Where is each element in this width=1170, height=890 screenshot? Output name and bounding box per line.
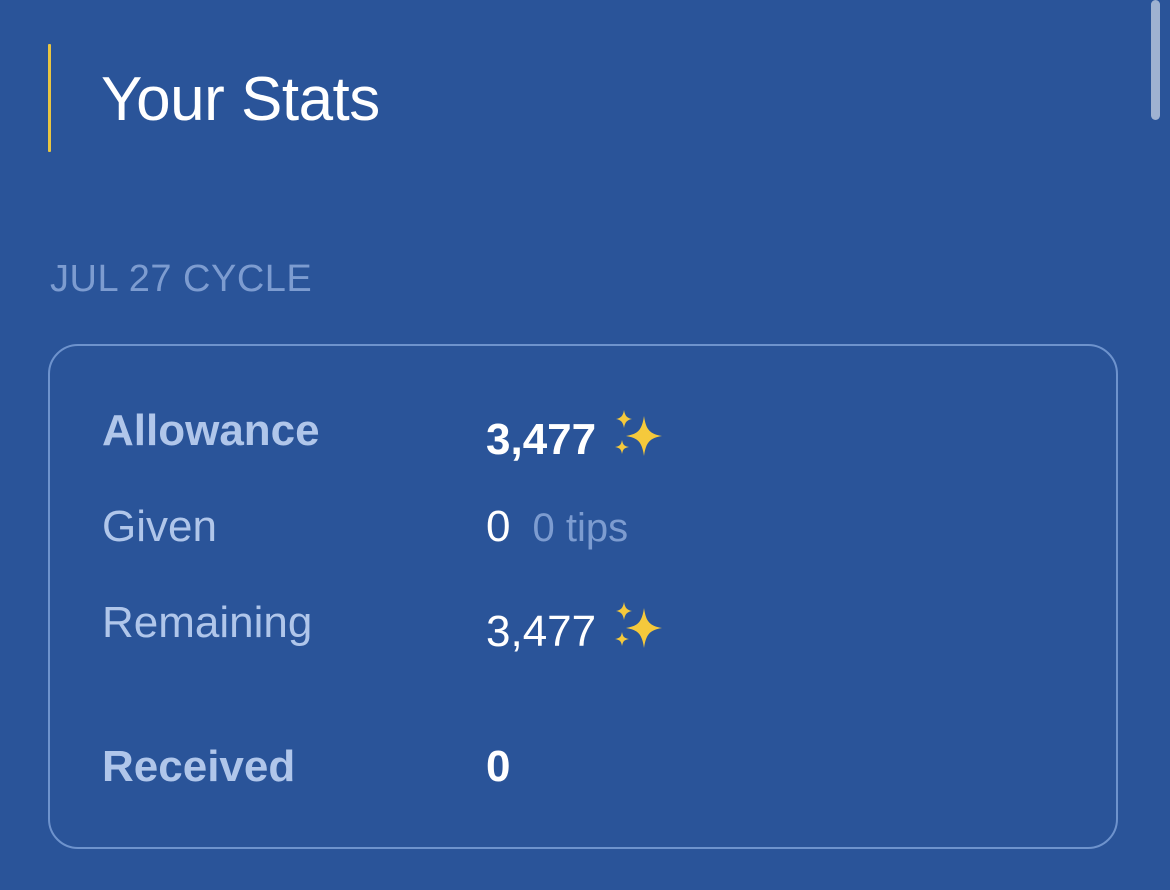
cycle-label: JUL 27 CYCLE [50, 258, 313, 300]
stats-page: Your Stats JUL 27 CYCLE Allowance 3,477 … [0, 0, 1170, 890]
received-value: 0 [486, 742, 511, 791]
stat-row-remaining: Remaining 3,477 [102, 598, 1062, 658]
given-value: 0 [486, 502, 511, 551]
stats-card: Allowance 3,477 Given 0 0 tips Remaining [48, 344, 1118, 849]
remaining-value-group: 3,477 [486, 598, 666, 657]
given-tips-note: 0 tips [532, 506, 629, 550]
title-accent-bar [48, 44, 51, 152]
stat-row-received: Received 0 [102, 742, 1062, 802]
received-label: Received [102, 742, 296, 791]
sparkles-icon [610, 598, 666, 654]
remaining-label: Remaining [102, 598, 313, 647]
given-label: Given [102, 502, 217, 551]
given-value-group: 0 0 tips [486, 502, 628, 552]
allowance-value-group: 3,477 [486, 406, 666, 465]
scrollbar[interactable] [1151, 0, 1160, 120]
remaining-value: 3,477 [486, 607, 597, 656]
sparkles-icon [610, 406, 666, 462]
allowance-label: Allowance [102, 406, 320, 455]
page-title: Your Stats [101, 65, 380, 134]
stat-row-given: Given 0 0 tips [102, 502, 1062, 562]
allowance-value: 3,477 [486, 415, 597, 464]
stat-row-allowance: Allowance 3,477 [102, 406, 1062, 466]
